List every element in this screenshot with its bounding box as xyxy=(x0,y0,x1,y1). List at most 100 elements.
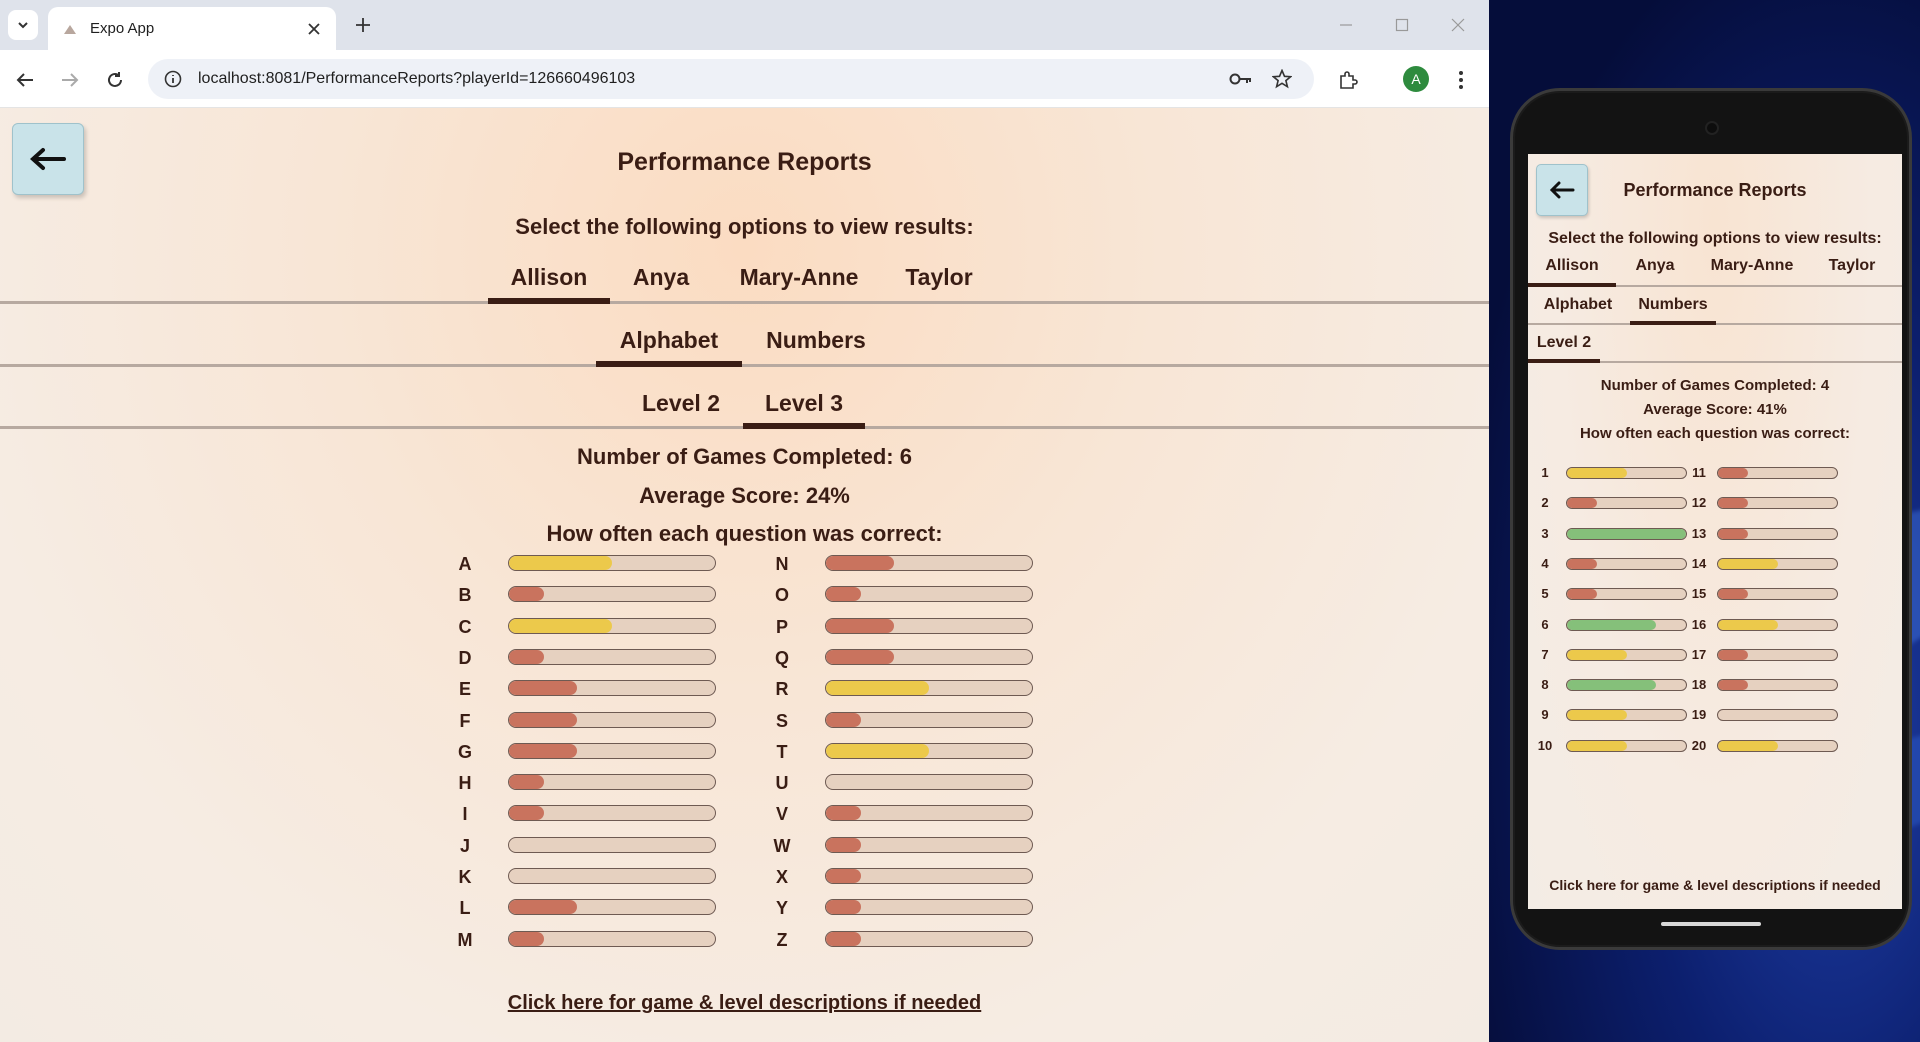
phone-tab-category-alphabet[interactable]: Alphabet xyxy=(1534,287,1622,323)
phone-question-progress-fill xyxy=(1567,680,1657,691)
new-tab-button[interactable] xyxy=(350,12,376,38)
phone-question-progress-fill xyxy=(1718,619,1778,630)
phone-question-progress-fill xyxy=(1718,498,1748,509)
player-tabs: Allison Anya Mary-Anne Taylor xyxy=(0,254,1489,304)
question-progress-bar xyxy=(825,899,1033,916)
phone-question-label: 17 xyxy=(1691,646,1707,662)
reload-button[interactable] xyxy=(100,65,130,95)
question-progress-fill xyxy=(509,649,545,664)
phone-question-progress-fill xyxy=(1567,468,1627,478)
phone-question-progress-bar xyxy=(1566,467,1687,479)
maximize-button[interactable] xyxy=(1387,12,1417,38)
phone-question-label: 3 xyxy=(1541,525,1549,541)
phone-question-progress-fill xyxy=(1718,740,1778,751)
question-progress-fill xyxy=(509,806,545,821)
question-progress-fill xyxy=(826,837,862,852)
phone-average-score-text: Average Score: 41% xyxy=(1643,401,1787,418)
question-progress-bar xyxy=(825,805,1033,822)
question-label: N xyxy=(775,554,789,574)
phone-question-label: 8 xyxy=(1541,677,1549,693)
phone-question-progress-fill xyxy=(1718,468,1748,478)
question-progress-bar xyxy=(825,648,1033,665)
phone-question-progress-fill xyxy=(1567,740,1627,751)
question-progress-bar xyxy=(508,555,716,571)
level-tabs: Level 2 Level 3 xyxy=(0,374,1489,429)
browser-tab[interactable]: Expo App xyxy=(48,7,336,50)
question-progress-fill xyxy=(826,712,862,727)
question-progress-bar xyxy=(508,774,716,791)
average-score-text: Average Score: 24% xyxy=(639,483,850,508)
password-key-icon[interactable] xyxy=(1229,68,1253,90)
question-progress-bar xyxy=(825,930,1033,947)
tab-level-3[interactable]: Level 3 xyxy=(743,374,865,429)
phone-question-progress-bar xyxy=(1566,648,1687,661)
close-icon xyxy=(1451,18,1465,32)
extensions-icon[interactable] xyxy=(1333,65,1363,95)
phone-question-progress-fill xyxy=(1718,528,1748,539)
tab-strip: Expo App xyxy=(0,0,1489,50)
category-tabs: Alphabet Numbers xyxy=(0,311,1489,367)
phone-question-progress-bar xyxy=(1717,709,1838,722)
tab-category-numbers[interactable]: Numbers xyxy=(756,311,876,364)
phone-emulator: Performance Reports Select the following… xyxy=(1510,88,1912,950)
question-label: B xyxy=(458,585,472,606)
phone-tab-level-2[interactable]: Level 2 xyxy=(1528,325,1600,363)
question-progress-bar xyxy=(825,617,1033,634)
tab-player-allison[interactable]: Allison xyxy=(488,254,610,304)
phone-tab-player-allison[interactable]: Allison xyxy=(1528,250,1616,287)
tab-category-alphabet[interactable]: Alphabet xyxy=(596,311,742,367)
back-nav-button[interactable] xyxy=(10,65,40,95)
phone-question-progress-bar xyxy=(1566,618,1687,631)
tab-player-mary-anne[interactable]: Mary-Anne xyxy=(722,254,876,301)
question-progress-fill xyxy=(826,743,929,758)
close-window-button[interactable] xyxy=(1443,12,1473,38)
phone-question-label: 1 xyxy=(1541,465,1549,480)
question-label: J xyxy=(459,835,470,856)
profile-avatar[interactable]: A xyxy=(1403,66,1429,92)
phone-player-tabs: Allison Anya Mary-Anne Taylor xyxy=(1528,250,1902,287)
menu-kebab-icon[interactable] xyxy=(1446,65,1476,95)
phone-question-progress-bar xyxy=(1566,709,1687,722)
tab-player-anya[interactable]: Anya xyxy=(622,254,700,301)
phone-tab-category-numbers[interactable]: Numbers xyxy=(1630,287,1716,325)
bookmark-star-icon[interactable] xyxy=(1270,68,1294,90)
phone-question-progress-bar xyxy=(1717,618,1838,631)
question-progress-bar xyxy=(825,711,1033,728)
forward-nav-button[interactable] xyxy=(55,65,85,95)
question-progress-bar xyxy=(508,742,716,759)
phone-tab-player-mary-anne[interactable]: Mary-Anne xyxy=(1700,250,1804,285)
phone-question-progress-bar xyxy=(1566,679,1687,692)
phone-question-progress-bar xyxy=(1566,588,1687,601)
phone-question-label: 16 xyxy=(1691,616,1707,632)
app-page: Performance Reports Select the following… xyxy=(0,108,1489,1042)
question-progress-fill xyxy=(826,931,862,946)
phone-question-progress-fill xyxy=(1718,558,1778,569)
expo-favicon-icon xyxy=(62,21,78,37)
phone-select-instructions: Select the following options to view res… xyxy=(1548,230,1882,247)
question-progress-fill xyxy=(509,931,545,946)
question-label: W xyxy=(773,835,791,856)
question-label: K xyxy=(458,867,472,887)
camera-icon xyxy=(1705,121,1719,135)
phone-question-progress-fill xyxy=(1567,498,1597,509)
phone-question-progress-fill xyxy=(1567,649,1627,660)
question-label: R xyxy=(775,679,789,700)
phone-tab-player-anya[interactable]: Anya xyxy=(1624,250,1686,285)
close-tab-icon[interactable] xyxy=(304,19,324,39)
phone-tab-player-taylor[interactable]: Taylor xyxy=(1818,250,1886,285)
site-info-icon[interactable] xyxy=(162,68,184,90)
description-link[interactable]: Click here for game & level descriptions… xyxy=(0,992,1489,1015)
tab-level-2[interactable]: Level 2 xyxy=(630,374,732,426)
phone-page-title: Performance Reports xyxy=(1623,180,1807,200)
question-progress-bar xyxy=(508,711,716,728)
question-progress-fill xyxy=(826,869,862,883)
question-progress-fill xyxy=(509,712,577,727)
tab-search-button[interactable] xyxy=(8,10,38,40)
tab-title: Expo App xyxy=(90,20,155,37)
address-bar[interactable]: localhost:8081/PerformanceReports?player… xyxy=(148,59,1314,99)
phone-description-link[interactable]: Click here for game & level descriptions… xyxy=(1528,877,1902,893)
minimize-button[interactable] xyxy=(1331,12,1361,38)
phone-question-progress-bar xyxy=(1717,497,1838,510)
tab-player-taylor[interactable]: Taylor xyxy=(894,254,984,301)
browser-window: Expo App localhost:8081/PerformanceRepor… xyxy=(0,0,1489,1042)
